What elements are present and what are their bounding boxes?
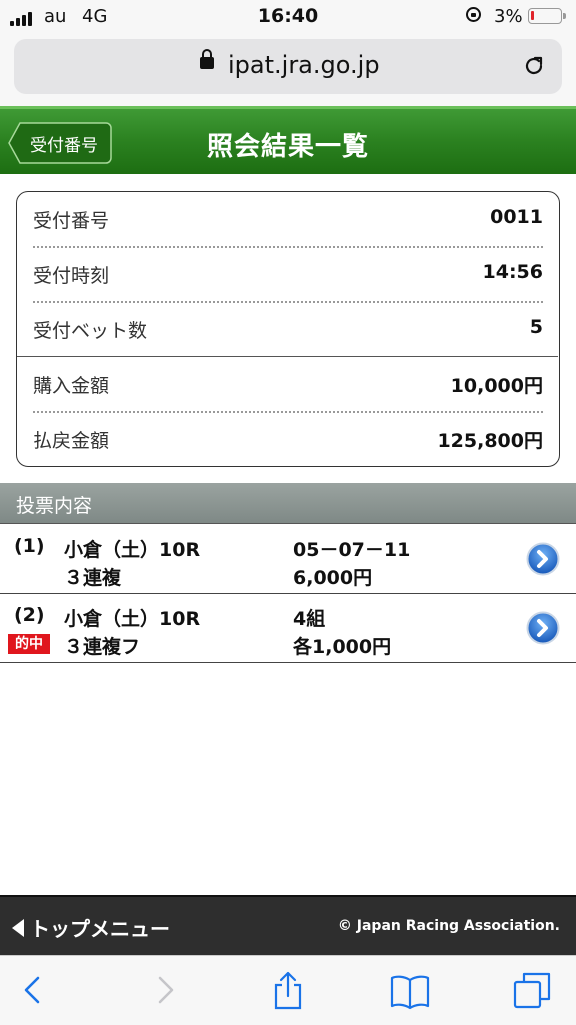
summary-row-receipt-number: 受付番号 0011 [33, 192, 543, 246]
summary-row-payout-amount: 払戻金額 125,800円 [33, 412, 543, 466]
bet-race: 小倉（土）10R [64, 539, 201, 561]
bets-section-header: 投票内容 [0, 483, 576, 524]
summary-value: 5 [529, 316, 543, 338]
bet-row[interactable]: (1) 小倉（土）10R ３連複 05－07－11 6,000円 [0, 525, 576, 594]
left-triangle-icon [12, 918, 24, 937]
address-bar[interactable]: ipat.jra.go.jp [14, 39, 562, 94]
summary-value: 10,000円 [450, 375, 543, 397]
page-title: 照会結果一覧 [206, 132, 369, 162]
copyright: © Japan Racing Association. [337, 918, 560, 934]
hit-badge: 的中 [8, 634, 50, 654]
summary-label: 受付ベット数 [33, 320, 148, 342]
site-footer: トップメニュー © Japan Racing Association. [0, 895, 576, 957]
summary-row-purchase-amount: 購入金額 10,000円 [33, 357, 543, 411]
bet-type: ３連複 [64, 567, 122, 589]
bookmarks-icon[interactable] [390, 970, 430, 1010]
summary-value: 125,800円 [437, 430, 543, 452]
browser-chrome: ipat.jra.go.jp [0, 34, 576, 106]
summary-label: 受付番号 [33, 210, 110, 232]
clock: 16:40 [257, 5, 319, 27]
top-menu-label: トップメニュー [30, 917, 170, 941]
share-icon[interactable] [268, 970, 308, 1010]
summary-row-bet-count: 受付ベット数 5 [33, 302, 543, 356]
bet-combination: 05－07－11 [293, 539, 411, 561]
summary-label: 受付時刻 [33, 265, 110, 287]
bet-race: 小倉（土）10R [64, 608, 201, 630]
bet-row[interactable]: (2) 小倉（土）10R 的中 ３連複フ 4組 各1,000円 [0, 594, 576, 663]
lock-icon [200, 49, 214, 69]
tabs-icon[interactable] [512, 970, 552, 1010]
bet-amount: 6,000円 [293, 567, 373, 589]
summary-value: 14:56 [482, 261, 543, 283]
summary-value: 0011 [490, 206, 543, 228]
screen-rotation-lock-icon [466, 7, 481, 22]
url-text[interactable]: ipat.jra.go.jp [228, 51, 380, 79]
top-menu-link[interactable]: トップメニュー [12, 913, 170, 942]
bet-combination: 4組 [293, 608, 326, 630]
bet-amount: 各1,000円 [293, 636, 392, 658]
summary-label: 払戻金額 [33, 430, 110, 452]
safari-back-icon[interactable] [14, 970, 54, 1010]
summary-row-receipt-time: 受付時刻 14:56 [33, 247, 543, 301]
bet-type: ３連複フ [64, 636, 141, 658]
safari-forward-icon[interactable] [144, 970, 184, 1010]
page-header: 受付番号 照会結果一覧 [0, 106, 576, 174]
browser-toolbar [0, 955, 576, 1025]
summary-card: 受付番号 0011 受付時刻 14:56 受付ベット数 5 購入金額 10,00… [16, 191, 560, 467]
battery-percent: 3% [494, 6, 523, 27]
bet-number: (2) [14, 604, 45, 626]
section-title: 投票内容 [16, 495, 93, 517]
chevron-right-circle-icon[interactable] [526, 611, 560, 645]
bet-number: (1) [14, 535, 45, 557]
summary-label: 購入金額 [33, 375, 110, 397]
battery-icon [528, 8, 566, 24]
status-bar: au 4G 16:40 3% [0, 0, 576, 34]
reload-icon[interactable] [522, 54, 546, 78]
chevron-right-circle-icon[interactable] [526, 542, 560, 576]
